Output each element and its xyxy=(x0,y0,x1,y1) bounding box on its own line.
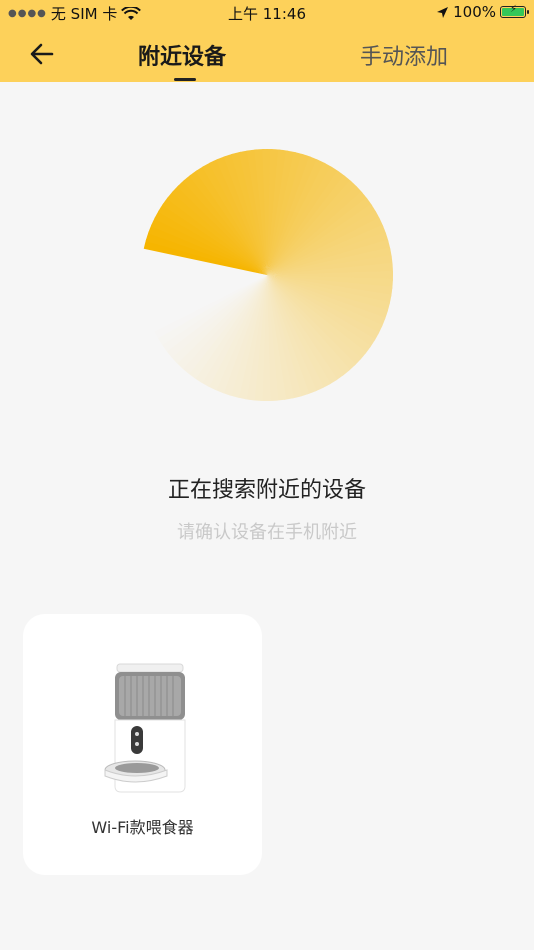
status-bar: ●●●● 无 SIM 卡 上午 11:46 100% ⚡ xyxy=(0,0,534,26)
radar-scan-graphic xyxy=(143,148,393,402)
tab-manual-add[interactable]: 手动添加 xyxy=(360,39,448,71)
tab-nearby-devices[interactable]: 附近设备 xyxy=(138,39,226,71)
header-bar: ●●●● 无 SIM 卡 上午 11:46 100% ⚡ 附近设备 手动添加 xyxy=(0,0,534,82)
search-title: 正在搜索附近的设备 xyxy=(167,478,366,503)
device-card-wifi-feeder[interactable]: Wi-Fi款喂食器 xyxy=(23,614,262,875)
battery-charging-icon: ⚡ xyxy=(500,4,529,18)
location-arrow-icon xyxy=(437,6,449,18)
back-button[interactable] xyxy=(22,34,62,74)
status-right: 100% ⚡ xyxy=(436,3,529,21)
nav-bar: 附近设备 手动添加 xyxy=(0,28,534,82)
pet-feeder-image xyxy=(104,663,186,793)
battery-percent: 100% xyxy=(453,3,496,21)
device-name: Wi-Fi款喂食器 xyxy=(91,818,194,837)
tab-indicator xyxy=(174,78,196,81)
arrow-left-icon xyxy=(30,43,54,65)
search-subtitle: 请确认设备在手机附近 xyxy=(177,522,357,543)
